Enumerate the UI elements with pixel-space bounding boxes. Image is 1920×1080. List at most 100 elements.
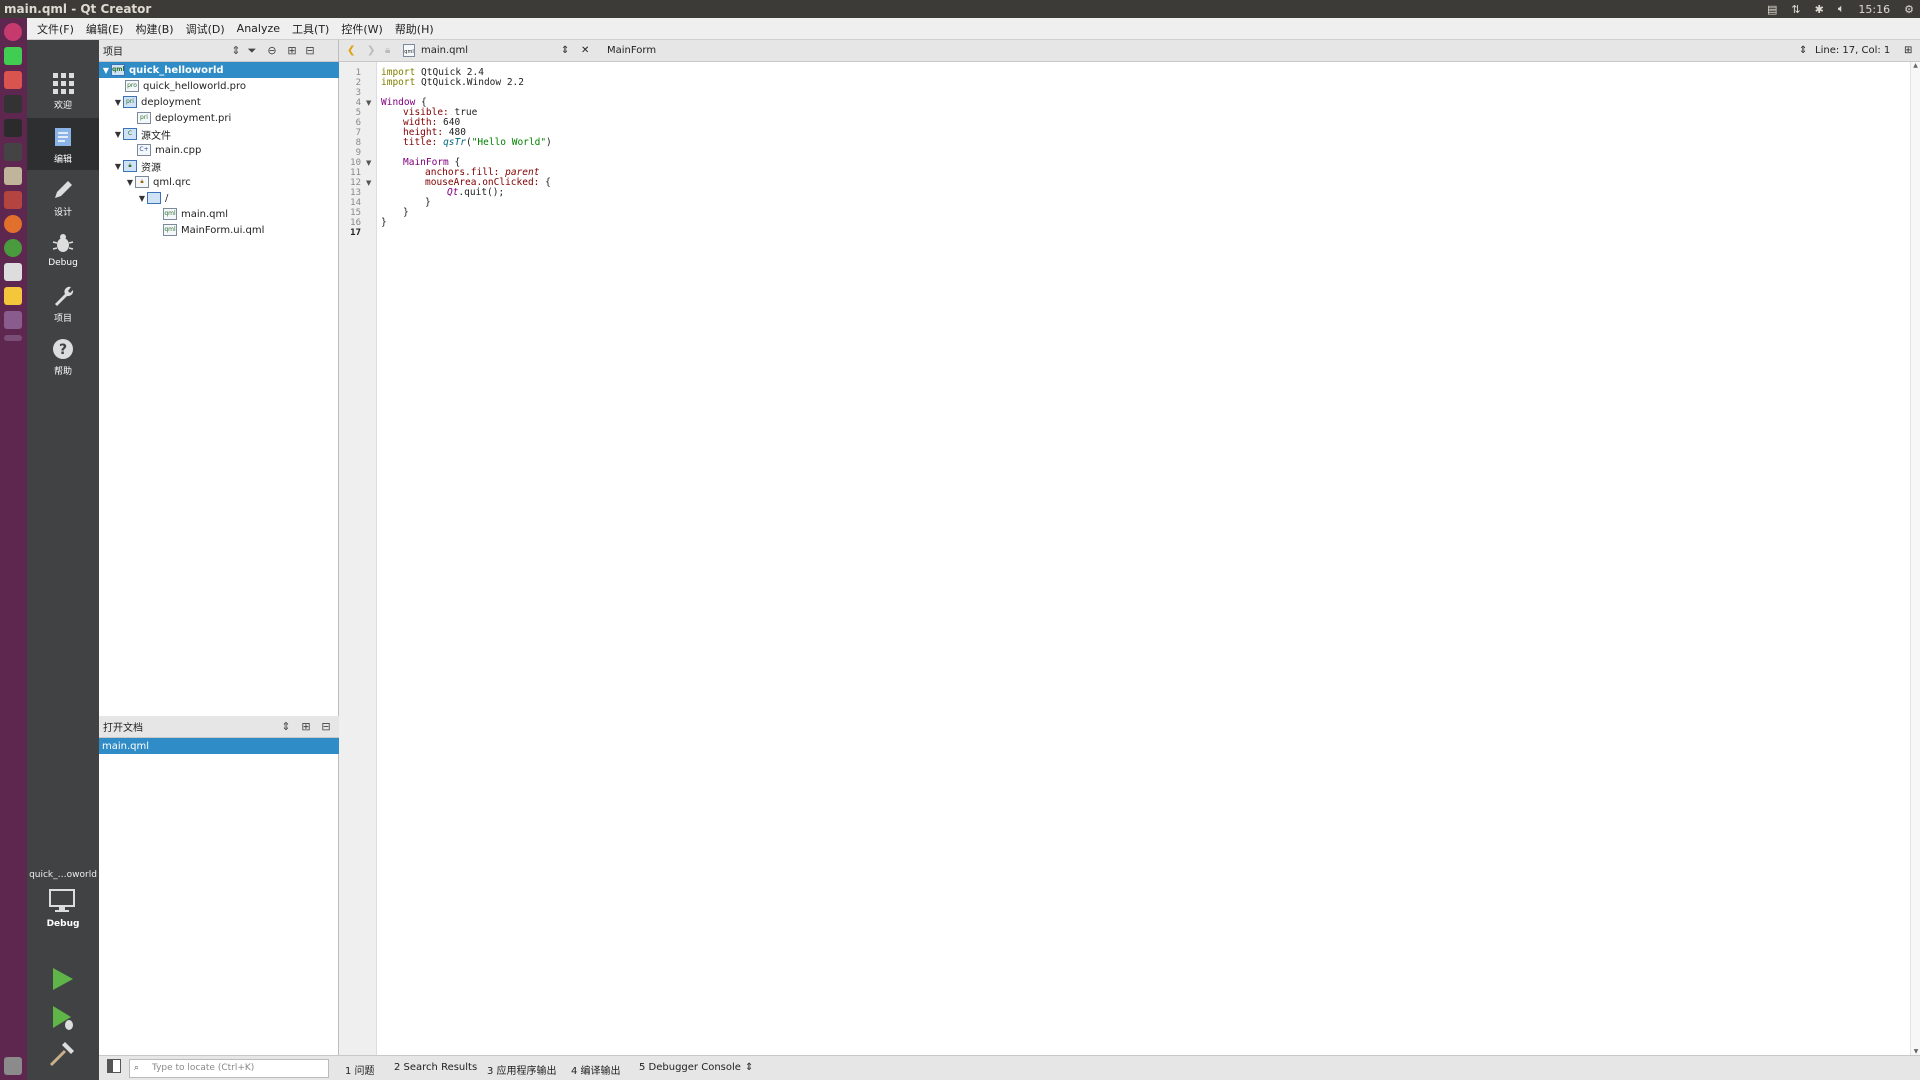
more-tabs-arrows-icon[interactable]: ⇕ (745, 1062, 753, 1073)
tree-item-deployment[interactable]: ▼ pri deployment (99, 94, 339, 110)
tab-search-results[interactable]: 2 Search Results (394, 1062, 477, 1073)
remote-desktop-launcher-icon[interactable] (4, 311, 22, 329)
menu-help[interactable]: 帮助(H) (389, 21, 440, 37)
mode-projects[interactable]: 项目 (27, 277, 99, 329)
expand-arrow-icon[interactable]: ▼ (137, 194, 147, 203)
tab-compile-output[interactable]: 4 编译输出 (571, 1062, 621, 1077)
locator-input[interactable]: ⌕ Type to locate (Ctrl+K) (129, 1059, 329, 1078)
kit-selector[interactable]: quick_…oworld Debug (27, 870, 99, 929)
mode-edit[interactable]: 编辑 (27, 118, 99, 170)
menu-debug[interactable]: 调试(D) (180, 21, 231, 37)
terminal-launcher-icon[interactable] (4, 95, 22, 113)
tree-item-main-cpp[interactable]: C+ main.cpp (99, 142, 339, 158)
split-icon[interactable]: ⊞ (285, 44, 299, 58)
tab-issues[interactable]: 1 问题 (345, 1062, 375, 1077)
menu-analyze[interactable]: Analyze (231, 22, 286, 35)
volume-icon[interactable]: 🔈︎ (1838, 2, 1845, 16)
wrench-icon (55, 286, 74, 306)
keyboard-icon[interactable]: ▤ (1767, 3, 1777, 16)
expand-arrow-icon[interactable]: ▼ (113, 162, 123, 171)
close-pane-icon[interactable]: ⊟ (319, 720, 333, 734)
menu-widgets[interactable]: 控件(W) (335, 21, 388, 37)
tree-item-project[interactable]: ▼ qml quick_helloworld (99, 62, 339, 78)
lock-icon[interactable]: 🔒︎ (385, 44, 390, 58)
build-button[interactable] (47, 1039, 77, 1069)
bluetooth-icon[interactable]: ✱ (1815, 3, 1824, 16)
chrome-launcher-icon[interactable] (4, 239, 22, 257)
tree-item-sources[interactable]: ▼ C 源文件 (99, 126, 339, 142)
menu-file[interactable]: 文件(F) (31, 21, 80, 37)
symbol-selector[interactable]: MainForm (607, 44, 656, 58)
tree-label: / (165, 192, 169, 204)
run-button[interactable] (47, 964, 77, 994)
text-editor-launcher-icon[interactable] (4, 263, 22, 281)
clock[interactable]: 15:16 (1858, 3, 1890, 16)
tree-label: MainForm.ui.qml (181, 224, 265, 236)
menu-tools[interactable]: 工具(T) (286, 21, 335, 37)
expand-arrow-icon[interactable]: ▼ (125, 178, 135, 187)
terminal2-launcher-icon[interactable] (4, 119, 22, 137)
expand-arrow-icon[interactable]: ▼ (101, 66, 111, 75)
editor-launcher-icon[interactable] (4, 167, 22, 185)
document-selector-arrows-icon[interactable]: ⇕ (561, 44, 569, 58)
code-text: .quit(); (458, 187, 505, 198)
filter-icon[interactable]: ⏷ (245, 44, 259, 58)
firefox-launcher-icon[interactable] (4, 215, 22, 233)
tree-item-root-prefix[interactable]: ▼ / (99, 190, 339, 206)
tree-item-qml-qrc[interactable]: ▼ 🔒︎ qml.qrc (99, 174, 339, 190)
expand-arrow-icon[interactable]: ▼ (113, 98, 123, 107)
line-number: 3 (355, 88, 361, 98)
app-launcher-icon[interactable] (4, 71, 22, 89)
tree-item-resources[interactable]: ▼ 🔒︎ 资源 (99, 158, 339, 174)
dash-icon[interactable] (4, 23, 22, 41)
close-pane-icon[interactable]: ⊟ (303, 44, 317, 58)
toggle-sidebar-icon[interactable] (107, 1059, 121, 1073)
link-icon[interactable]: ⊖ (265, 44, 279, 58)
qt-creator-launcher-icon[interactable] (4, 47, 22, 65)
close-document-icon[interactable]: ✕ (581, 44, 589, 58)
folder-icon: pri (123, 96, 137, 108)
search-icon: ⌕ (134, 1063, 140, 1073)
view-selector-arrows-icon[interactable]: ⇕ (229, 44, 243, 58)
back-arrow-icon[interactable]: ❮ (347, 44, 355, 58)
tab-debugger-console[interactable]: 5 Debugger Console (639, 1062, 741, 1073)
debug-run-button[interactable] (47, 1002, 77, 1032)
tree-item-deployment-pri[interactable]: pri deployment.pri (99, 110, 339, 126)
fold-marker-icon[interactable]: ▼ (366, 159, 371, 167)
settings-gear-icon[interactable]: ⚙ (1904, 3, 1914, 16)
split-editor-icon[interactable]: ⊞ (1904, 44, 1912, 58)
fold-marker-icon[interactable]: ▼ (366, 179, 371, 187)
menu-build[interactable]: 构建(B) (129, 21, 179, 37)
symbol-selector-arrows-icon[interactable]: ⇕ (1799, 44, 1807, 58)
vertical-scrollbar[interactable]: ▲ ▼ (1910, 62, 1920, 1055)
network-icon[interactable]: ⇅ (1791, 3, 1800, 16)
scroll-up-icon[interactable]: ▲ (1911, 62, 1920, 69)
notes-launcher-icon[interactable] (4, 287, 22, 305)
projects-pane-title[interactable]: 项目 (103, 43, 123, 58)
forward-arrow-icon[interactable]: ❯ (367, 44, 375, 58)
mode-debug[interactable]: Debug (27, 224, 99, 276)
tree-item-mainform-ui-qml[interactable]: qml MainForm.ui.qml (99, 222, 339, 238)
mode-help[interactable]: ? 帮助 (27, 330, 99, 382)
scroll-down-icon[interactable]: ▼ (1911, 1048, 1920, 1055)
app2-launcher-icon[interactable] (4, 191, 22, 209)
tree-item-pro-file[interactable]: pro quick_helloworld.pro (99, 78, 339, 94)
string-literal: "Hello World" (471, 137, 547, 148)
mode-welcome[interactable]: 欢迎 (27, 64, 99, 116)
tab-application-output[interactable]: 3 应用程序输出 (487, 1062, 557, 1077)
menu-edit[interactable]: 编辑(E) (80, 21, 130, 37)
split-icon[interactable]: ⊞ (299, 720, 313, 734)
terminal3-launcher-icon[interactable] (4, 143, 22, 161)
line-number: 12 (350, 178, 361, 188)
document-selector[interactable]: main.qml (421, 44, 468, 58)
cursor-position[interactable]: Line: 17, Col: 1 (1815, 44, 1890, 58)
trash-icon[interactable] (4, 1057, 22, 1075)
mode-design[interactable]: 设计 (27, 171, 99, 223)
tree-item-main-qml[interactable]: qml main.qml (99, 206, 339, 222)
open-documents-title[interactable]: 打开文档 (103, 719, 143, 734)
fold-marker-icon[interactable]: ▼ (366, 99, 371, 107)
open-document-item[interactable]: main.qml (99, 738, 339, 754)
workspace-launcher-icon[interactable] (4, 335, 22, 341)
expand-arrow-icon[interactable]: ▼ (113, 130, 123, 139)
view-selector-arrows-icon[interactable]: ⇕ (279, 720, 293, 734)
